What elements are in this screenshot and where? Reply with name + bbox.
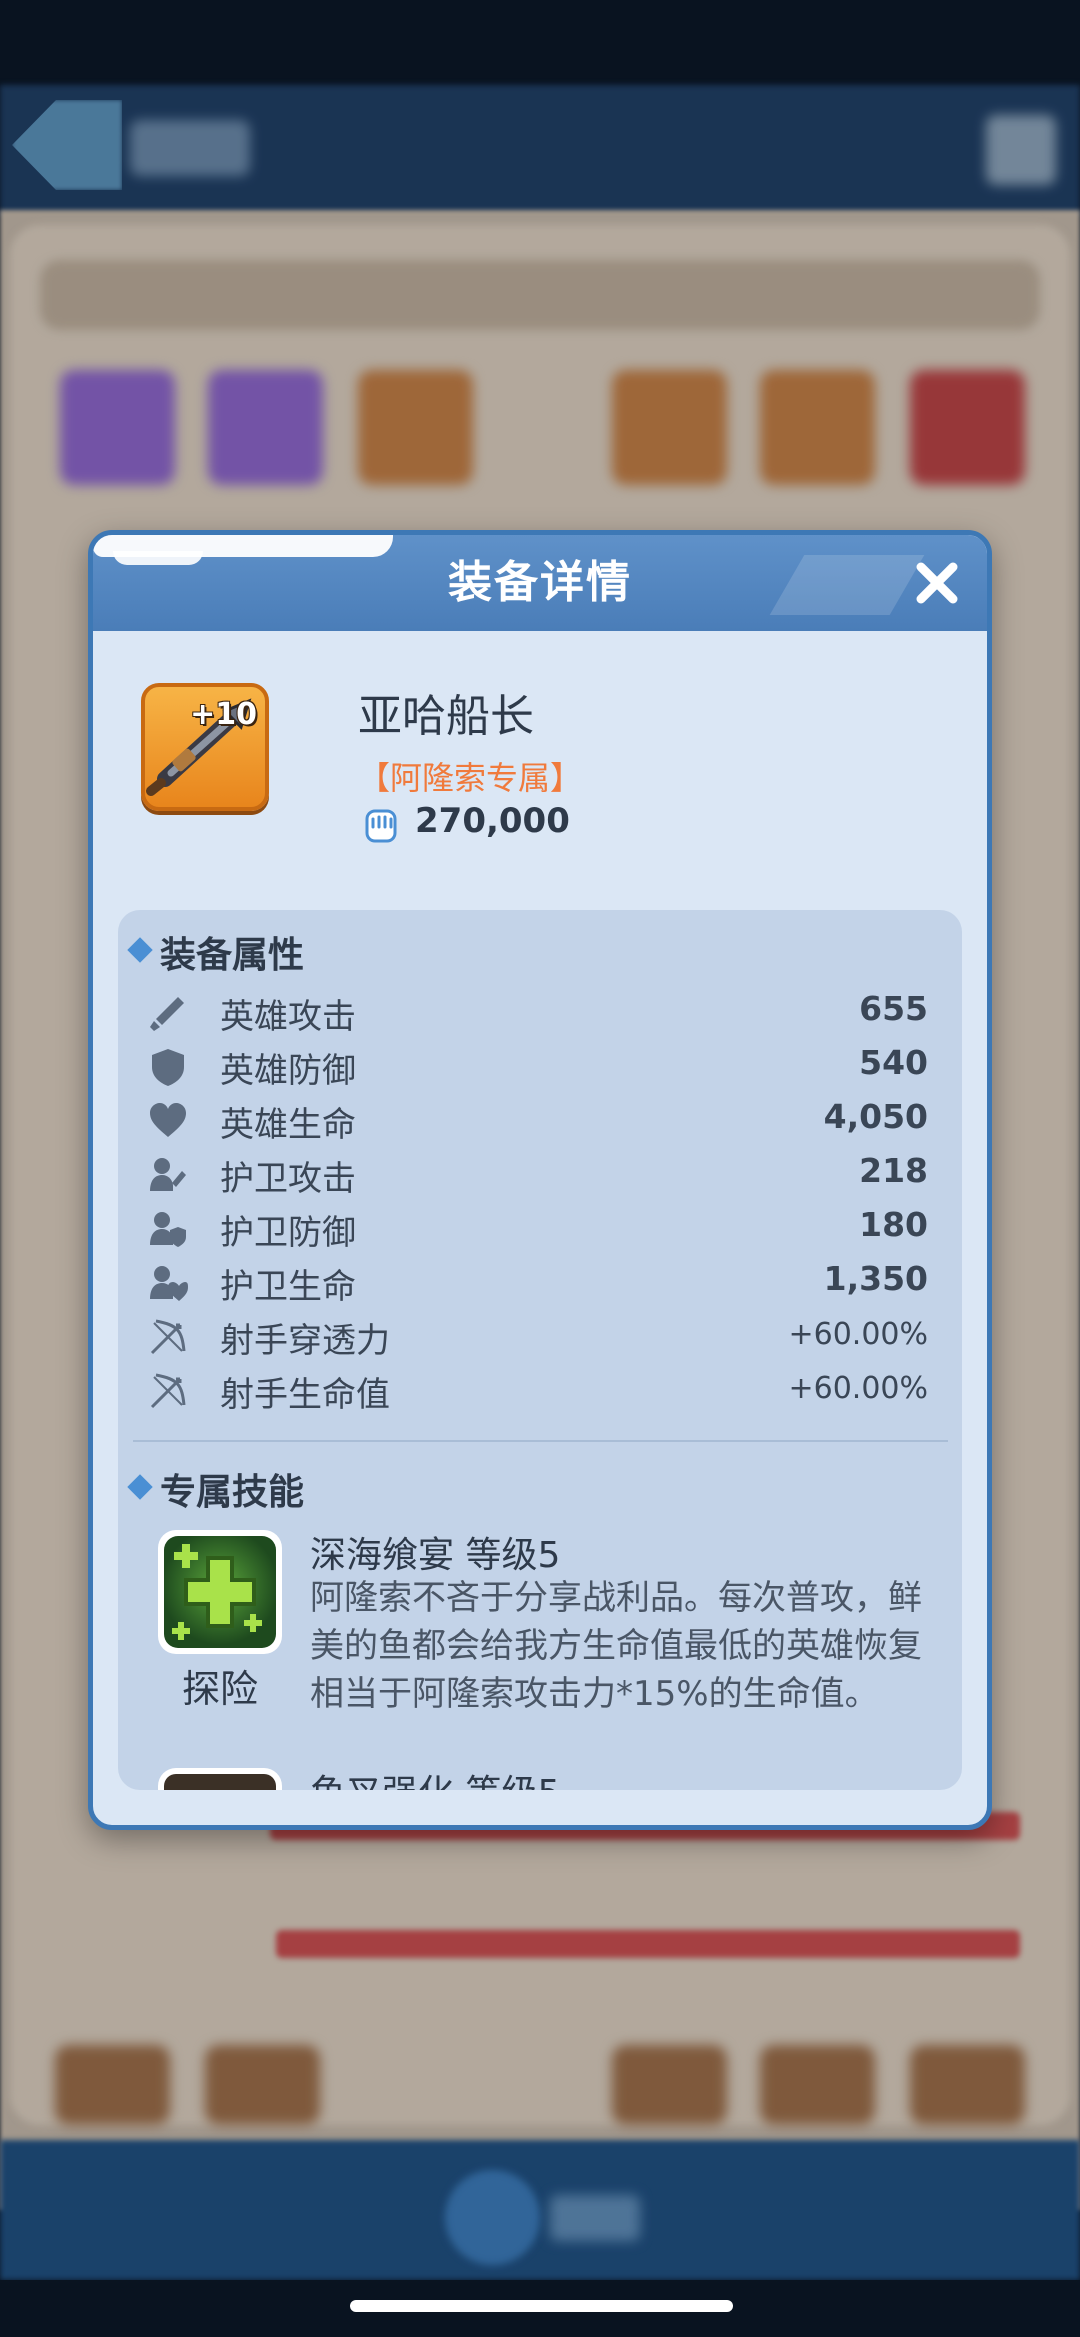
attribute-label: 射手穿透力 bbox=[220, 1321, 390, 1361]
guard-health-icon bbox=[150, 1266, 188, 1301]
attribute-value: +60.00% bbox=[788, 1371, 928, 1406]
attribute-value: 4,050 bbox=[823, 1097, 928, 1136]
skills-title: 专属技能 bbox=[160, 1472, 305, 1513]
skill-name: 鱼叉强化 等级5 bbox=[310, 1764, 560, 1790]
attribute-row: 射手生命值 +60.00% bbox=[148, 1363, 928, 1417]
equipment-name: 亚哈船长 bbox=[358, 691, 534, 742]
skill-icon[interactable] bbox=[158, 1768, 282, 1790]
attribute-row: 护卫防御 180 bbox=[148, 1201, 928, 1255]
heart-icon bbox=[150, 1103, 186, 1137]
fist-power-icon bbox=[363, 805, 399, 845]
attribute-row: 护卫生命 1,350 bbox=[148, 1255, 928, 1309]
attribute-value: 218 bbox=[859, 1151, 928, 1190]
attribute-label: 射手生命值 bbox=[220, 1375, 390, 1415]
section-marker-icon bbox=[127, 937, 153, 963]
attribute-row: 英雄生命 4,050 bbox=[148, 1093, 928, 1147]
skill-icon[interactable] bbox=[158, 1530, 282, 1654]
attribute-row: 射手穿透力 +60.00% bbox=[148, 1309, 928, 1363]
sword-icon bbox=[150, 997, 184, 1031]
attribute-value: 1,350 bbox=[823, 1259, 928, 1298]
attribute-label: 护卫攻击 bbox=[220, 1159, 356, 1199]
exclusive-hero-tag: 【阿隆索专属】 bbox=[358, 759, 583, 797]
section-marker-icon bbox=[127, 1474, 153, 1500]
attribute-value: 180 bbox=[859, 1205, 928, 1244]
power-value: 270,000 bbox=[415, 801, 570, 841]
attribute-value: 655 bbox=[859, 989, 928, 1028]
equipment-icon: +10 bbox=[141, 683, 269, 811]
attribute-row: 护卫攻击 218 bbox=[148, 1147, 928, 1201]
bow-icon bbox=[150, 1319, 186, 1355]
attribute-label: 英雄防御 bbox=[220, 1051, 356, 1091]
bow-icon bbox=[150, 1373, 186, 1409]
attribute-label: 护卫生命 bbox=[220, 1267, 356, 1307]
section-divider bbox=[133, 1440, 948, 1442]
dialog-title: 装备详情 bbox=[448, 557, 632, 608]
equipment-detail-dialog: 装备详情 +10 亚哈船长 【阿隆索专属】 270,000 装备属性 英雄攻击 … bbox=[88, 530, 992, 1830]
guard-defense-icon bbox=[150, 1212, 186, 1247]
close-icon[interactable] bbox=[909, 555, 965, 611]
enhance-level-badge: +10 bbox=[190, 697, 257, 732]
attribute-row: 英雄防御 540 bbox=[148, 1039, 928, 1093]
attribute-row: 英雄攻击 655 bbox=[148, 985, 928, 1039]
detail-panel[interactable]: 装备属性 英雄攻击 655 英雄防御 540 英雄生命 4,050 护卫攻击 2… bbox=[118, 910, 962, 1790]
home-indicator[interactable] bbox=[350, 2300, 733, 2312]
attribute-value: 540 bbox=[859, 1043, 928, 1082]
skill-name: 深海飨宴 等级5 bbox=[310, 1535, 561, 1576]
skill-type: 探险 bbox=[181, 1667, 258, 1711]
attribute-label: 英雄生命 bbox=[220, 1105, 356, 1145]
harpoon-skill-icon bbox=[164, 1774, 276, 1790]
attribute-value: +60.00% bbox=[788, 1317, 928, 1352]
attribute-label: 英雄攻击 bbox=[220, 997, 356, 1037]
attribute-label: 护卫防御 bbox=[220, 1213, 356, 1253]
attributes-title: 装备属性 bbox=[160, 935, 305, 976]
shield-icon bbox=[152, 1049, 184, 1086]
heal-cross-icon bbox=[164, 1536, 276, 1648]
skill-description: 阿隆索不吝于分享战利品。每次普攻，鲜美的鱼都会给我方生命值最低的英雄恢复相当于阿… bbox=[310, 1578, 922, 1714]
guard-attack-icon bbox=[150, 1158, 186, 1191]
dialog-header: 装备详情 bbox=[93, 535, 987, 631]
